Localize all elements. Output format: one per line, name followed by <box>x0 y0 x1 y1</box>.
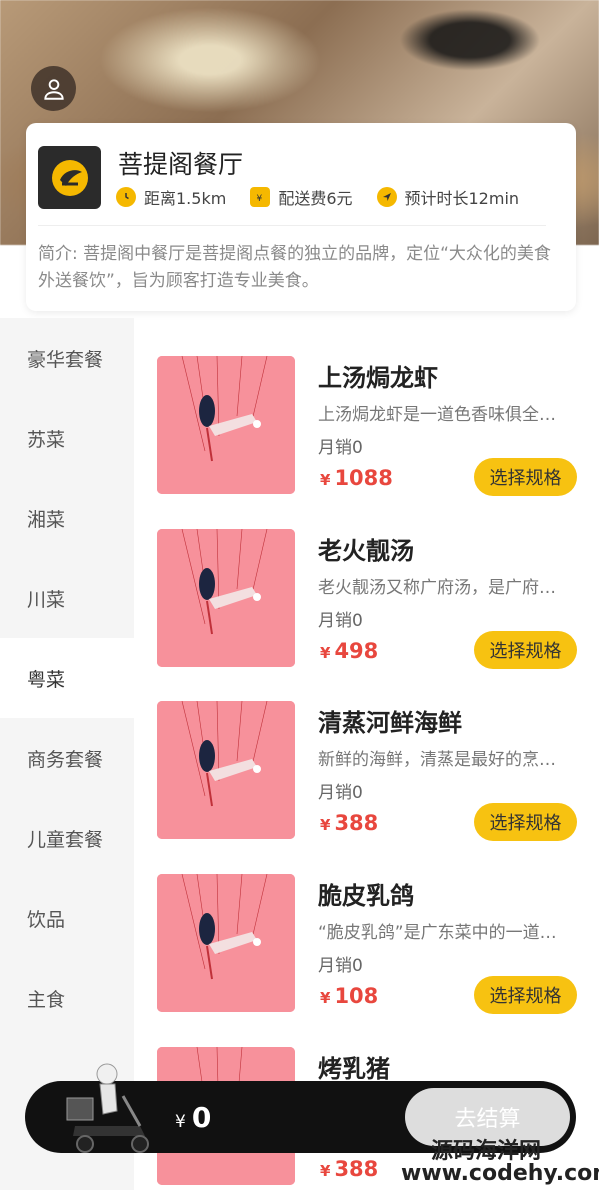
price-value: 388 <box>334 1157 379 1181</box>
product-image[interactable] <box>157 701 295 839</box>
shop-name: 菩提阁餐厅 <box>118 150 244 179</box>
product-name: 上汤焗龙虾 <box>318 364 438 392</box>
select-spec-button[interactable]: 选择规格 <box>474 631 577 669</box>
product-list: 上汤焗龙虾 上汤焗龙虾是一道色香味俱全的传统名菜 月销0 ¥1088 选择规格 … <box>134 318 599 1190</box>
category-label: 商务套餐 <box>27 748 104 771</box>
category-label: 粤菜 <box>27 668 66 691</box>
delivery-scooter-icon[interactable] <box>45 1056 160 1156</box>
shop-meta: 距离1.5km ¥ 配送费6元 预计时长12min <box>116 185 519 209</box>
product-sales: 月销0 <box>318 956 363 976</box>
illustration-icon <box>157 874 295 1012</box>
product-item[interactable]: 上汤焗龙虾 上汤焗龙虾是一道色香味俱全的传统名菜 月销0 ¥1088 选择规格 <box>134 356 599 506</box>
select-spec-button[interactable]: 选择规格 <box>474 803 577 841</box>
product-price: ¥498 <box>320 639 378 663</box>
product-price: ¥108 <box>320 984 378 1008</box>
delivery-fee-info: ¥ 配送费6元 <box>250 185 353 209</box>
category-item[interactable]: 川菜 <box>0 558 134 638</box>
select-spec-button[interactable]: 选择规格 <box>474 458 577 496</box>
category-item[interactable]: 豪华套餐 <box>0 318 134 398</box>
category-label: 苏菜 <box>27 428 66 451</box>
currency-symbol: ¥ <box>320 989 331 1007</box>
delivery-fee-text: 配送费6元 <box>278 189 353 208</box>
product-name: 脆皮乳鸽 <box>318 882 414 910</box>
price-value: 498 <box>334 639 379 663</box>
category-label: 儿童套餐 <box>27 828 104 851</box>
product-name: 清蒸河鲜海鲜 <box>318 709 462 737</box>
product-item[interactable]: 脆皮乳鸽 “脆皮乳鸽”是广东菜中的一道传统名菜 月销0 ¥108 选择规格 <box>134 874 599 1024</box>
select-spec-button[interactable]: 选择规格 <box>474 976 577 1014</box>
navigation-icon <box>376 187 397 207</box>
product-image[interactable] <box>157 874 295 1012</box>
category-item[interactable]: 儿童套餐 <box>0 798 134 878</box>
product-desc: 新鲜的海鲜，清蒸是最好的烹饪方式 <box>318 750 558 770</box>
category-label: 豪华套餐 <box>27 348 104 371</box>
watermark: 源码海洋网 www.codehy.com <box>395 1133 599 1190</box>
clock-icon <box>116 187 136 207</box>
product-price: ¥388 <box>320 1157 378 1181</box>
category-item-active[interactable]: 粤菜 <box>0 638 134 718</box>
product-name: 老火靓汤 <box>318 537 414 565</box>
product-price: ¥1088 <box>320 466 393 490</box>
category-item[interactable]: 商务套餐 <box>0 718 134 798</box>
product-name: 烤乳猪 <box>318 1055 390 1083</box>
product-desc: 上汤焗龙虾是一道色香味俱全的传统名菜 <box>318 405 558 425</box>
shop-intro: 简介: 菩提阁中餐厅是菩提阁点餐的独立的品牌，定位“大众化的美食外送餐饮”，旨为… <box>38 244 551 291</box>
distance-info: 距离1.5km <box>116 185 226 209</box>
price-value: 108 <box>334 984 379 1008</box>
category-item[interactable]: 饮品 <box>0 878 134 958</box>
category-item[interactable]: 主食 <box>0 958 134 1038</box>
product-sales: 月销0 <box>318 438 363 458</box>
cart-total-amount: 0 <box>191 1101 212 1134</box>
category-item[interactable]: 苏菜 <box>0 398 134 478</box>
currency-symbol: ¥ <box>320 1162 331 1180</box>
user-icon[interactable] <box>31 66 76 111</box>
illustration-icon <box>157 529 295 667</box>
eta-info: 预计时长12min <box>376 185 520 209</box>
shop-logo-icon <box>51 159 88 196</box>
distance-text: 距离1.5km <box>144 189 227 208</box>
cart-total: ¥0 <box>175 1101 211 1134</box>
product-price: ¥388 <box>320 811 378 835</box>
shop-logo <box>38 146 101 209</box>
product-desc: “脆皮乳鸽”是广东菜中的一道传统名菜 <box>318 923 558 943</box>
illustration-icon <box>157 356 295 494</box>
watermark-url: www.codehy.com <box>401 1161 599 1186</box>
currency-symbol: ¥ <box>320 816 331 834</box>
product-item[interactable]: 老火靓汤 老火靓汤又称广府汤，是广府人传承数千年的食补养生秘方 月销0 ¥498… <box>134 529 599 679</box>
category-label: 饮品 <box>27 908 66 931</box>
currency-symbol: ¥ <box>320 644 331 662</box>
illustration-icon <box>157 701 295 839</box>
product-image[interactable] <box>157 356 295 494</box>
product-sales: 月销0 <box>318 783 363 803</box>
svg-text:¥: ¥ <box>257 194 263 203</box>
eta-text: 预计时长12min <box>404 189 520 208</box>
product-image[interactable] <box>157 529 295 667</box>
currency-symbol: ¥ <box>175 1112 186 1132</box>
product-desc: 老火靓汤又称广府汤，是广府人传承数千年的食补养生秘方 <box>318 578 558 598</box>
category-item[interactable]: 湘菜 <box>0 478 134 558</box>
category-label: 湘菜 <box>27 508 66 531</box>
category-label: 主食 <box>27 988 66 1011</box>
shop-info-card: 菩提阁餐厅 距离1.5km ¥ 配送费6元 预计时长12min 简介: 菩提阁中… <box>26 123 576 311</box>
divider <box>38 225 546 226</box>
price-value: 388 <box>334 811 379 835</box>
money-bag-icon: ¥ <box>250 187 271 207</box>
product-sales: 月销0 <box>318 611 363 631</box>
currency-symbol: ¥ <box>320 471 331 489</box>
price-value: 1088 <box>334 466 393 490</box>
product-item[interactable]: 清蒸河鲜海鲜 新鲜的海鲜，清蒸是最好的烹饪方式 月销0 ¥388 选择规格 <box>134 701 599 851</box>
category-label: 川菜 <box>27 588 66 611</box>
